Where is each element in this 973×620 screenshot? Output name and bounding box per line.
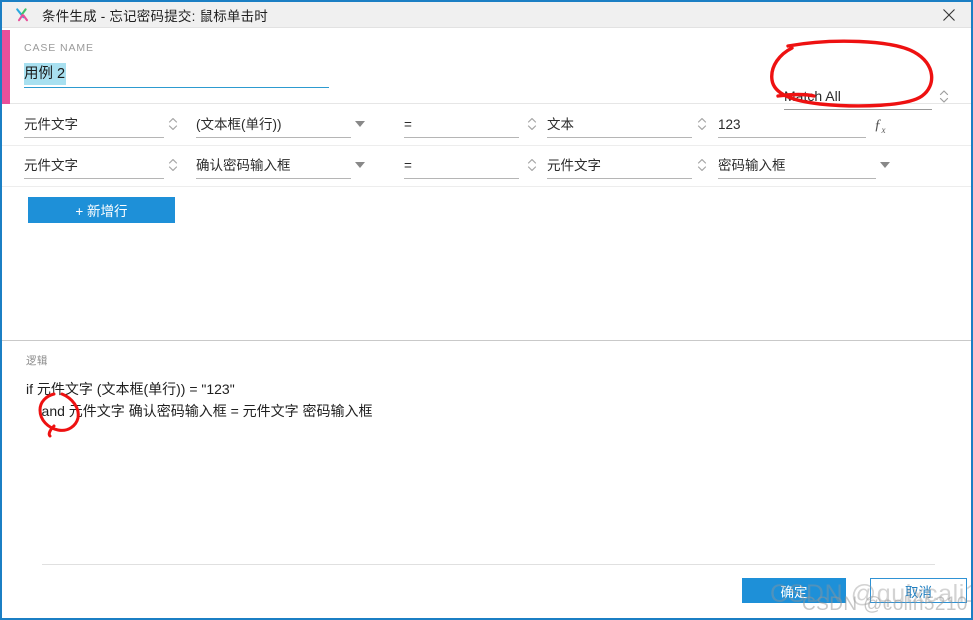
fx-function-icon[interactable]: ƒx <box>874 117 886 135</box>
condition-operator-value: = <box>404 158 412 173</box>
close-icon[interactable] <box>927 2 971 28</box>
chevron-down-icon[interactable] <box>880 162 890 168</box>
spinner-up-down-icon[interactable] <box>167 157 179 173</box>
condition-value-type-select[interactable]: 元件文字 <box>547 156 692 179</box>
logic-label: 逻辑 <box>26 355 48 367</box>
cancel-button[interactable]: 取消 <box>870 578 967 603</box>
condition-value-text: 密码输入框 <box>718 158 786 173</box>
condition-target-value: (文本框(单行)) <box>196 117 282 132</box>
case-name-section: CASE NAME 用例 2 Match All <box>2 28 971 110</box>
case-name-input[interactable]: 用例 2 <box>24 63 329 88</box>
case-accent-bar <box>2 30 10 104</box>
spinner-up-down-icon[interactable] <box>696 116 708 132</box>
condition-value-type-value: 文本 <box>547 117 574 132</box>
condition-subject-value: 元件文字 <box>24 158 78 173</box>
condition-subject-select[interactable]: 元件文字 <box>24 115 164 138</box>
footer-divider <box>42 564 935 565</box>
condition-operator-select[interactable]: = <box>404 156 519 179</box>
spinner-up-down-icon[interactable] <box>167 116 179 132</box>
condition-subject-value: 元件文字 <box>24 117 78 132</box>
condition-row: 元件文字 确认密码输入框 = 元件文字 密码输入框 <box>2 146 971 187</box>
chevron-down-icon[interactable] <box>355 121 365 127</box>
condition-value-text: 123 <box>718 117 741 132</box>
logic-line: if 元件文字 (文本框(单行)) = "123" <box>26 381 235 397</box>
condition-value-input[interactable]: 123 <box>718 115 866 138</box>
condition-value-select[interactable]: 密码输入框 <box>718 156 876 179</box>
ok-button[interactable]: 确定 <box>742 578 846 603</box>
logic-divider <box>2 340 971 341</box>
title-bar: 条件生成 - 忘记密码提交: 鼠标单击时 <box>2 2 971 28</box>
spinner-up-down-icon[interactable] <box>526 116 538 132</box>
axure-x-logo-icon <box>10 2 36 28</box>
condition-builder-dialog: 条件生成 - 忘记密码提交: 鼠标单击时 CASE NAME 用例 2 Matc… <box>0 0 973 620</box>
condition-target-select[interactable]: 确认密码输入框 <box>196 156 351 179</box>
condition-target-value: 确认密码输入框 <box>196 158 291 173</box>
window-title: 条件生成 - 忘记密码提交: 鼠标单击时 <box>42 8 268 24</box>
spinner-up-down-icon[interactable] <box>526 157 538 173</box>
logic-line: and 元件文字 确认密码输入框 = 元件文字 密码输入框 <box>26 403 373 419</box>
chevron-down-icon[interactable] <box>355 162 365 168</box>
condition-value-type-value: 元件文字 <box>547 158 601 173</box>
condition-row: 元件文字 (文本框(单行)) = 文本 123 ƒx <box>2 105 971 146</box>
condition-value-type-select[interactable]: 文本 <box>547 115 692 138</box>
condition-operator-value: = <box>404 117 412 132</box>
case-name-value: 用例 2 <box>24 63 67 85</box>
condition-operator-select[interactable]: = <box>404 115 519 138</box>
condition-target-select[interactable]: (文本框(单行)) <box>196 115 351 138</box>
condition-subject-select[interactable]: 元件文字 <box>24 156 164 179</box>
logic-body: if 元件文字 (文本框(单行)) = "123" and 元件文字 确认密码输… <box>26 378 926 422</box>
add-row-button[interactable]: + 新增行 <box>28 197 175 223</box>
match-mode-value: Match All <box>784 88 841 104</box>
spinner-up-down-icon[interactable] <box>696 157 708 173</box>
case-name-label: CASE NAME <box>24 42 94 54</box>
